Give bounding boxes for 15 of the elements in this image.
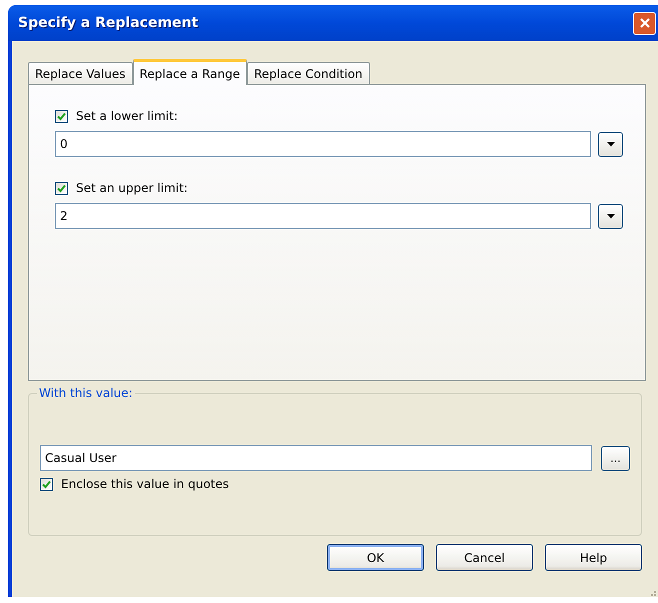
- dialog-button[interactable]: OK: [327, 544, 424, 571]
- tab[interactable]: Replace Values: [28, 62, 132, 84]
- group-label: With this value:: [37, 386, 135, 400]
- dialog-button[interactable]: Cancel: [436, 544, 533, 571]
- input-field[interactable]: 2: [55, 203, 591, 229]
- checkbox-label: Set a lower limit:: [76, 109, 178, 123]
- checkbox-label: Enclose this value in quotes: [61, 477, 229, 491]
- tab[interactable]: Replace a Range: [132, 59, 247, 85]
- input-field[interactable]: 0: [55, 131, 591, 157]
- dialog-button[interactable]: Help: [545, 544, 642, 571]
- tab[interactable]: Replace Condition: [246, 62, 370, 84]
- checkbox-label: Set an upper limit:: [76, 181, 188, 195]
- browse-button[interactable]: ...: [601, 446, 630, 470]
- input-field[interactable]: Casual User: [40, 445, 592, 471]
- window-title: Specify a Replacement: [18, 15, 198, 31]
